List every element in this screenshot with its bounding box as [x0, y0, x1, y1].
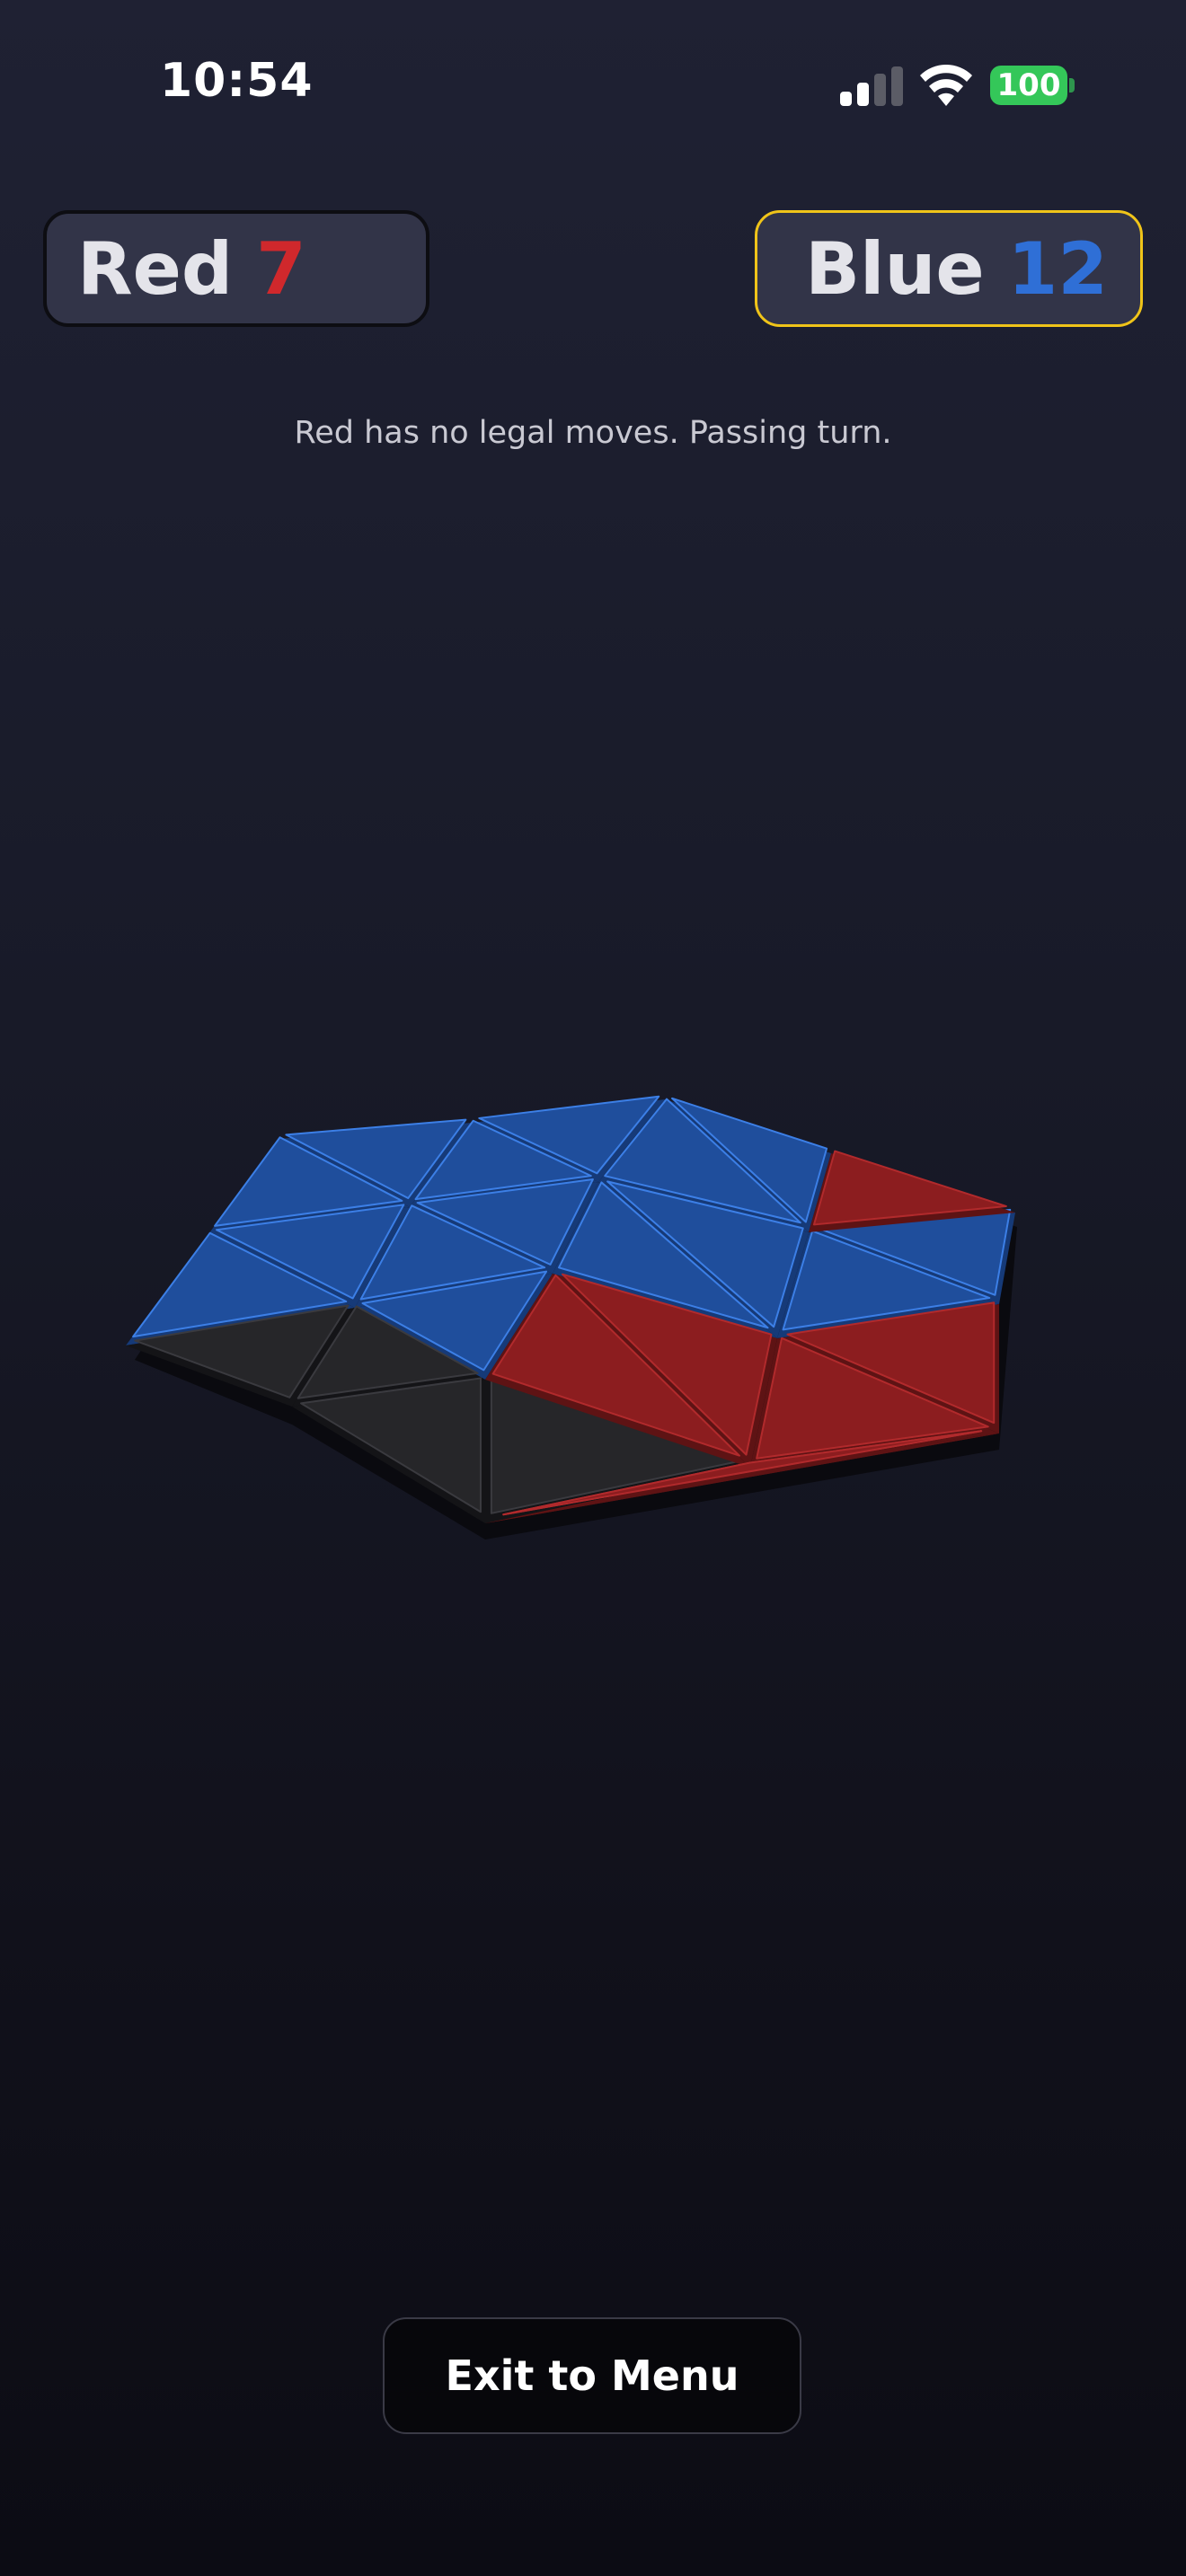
battery-level: 100	[996, 67, 1061, 103]
status-message: Red has no legal moves. Passing turn.	[294, 415, 892, 451]
blue-score: 12	[1007, 226, 1108, 311]
cellular-signal-icon	[840, 66, 903, 106]
battery-cap	[1069, 78, 1075, 93]
status-time: 10:54	[160, 54, 314, 108]
red-score-panel: Red 7	[43, 210, 429, 327]
red-label: Red	[77, 226, 234, 311]
red-score: 7	[256, 226, 306, 311]
battery-icon: 100	[990, 66, 1067, 105]
blue-score-panel: Blue 12	[755, 210, 1143, 327]
game-board[interactable]	[0, 1060, 1186, 1545]
wifi-icon	[920, 65, 972, 106]
board-cell-empty[interactable]	[292, 1377, 485, 1523]
exit-to-menu-button[interactable]: Exit to Menu	[383, 2317, 801, 2434]
blue-label: Blue	[805, 226, 985, 311]
